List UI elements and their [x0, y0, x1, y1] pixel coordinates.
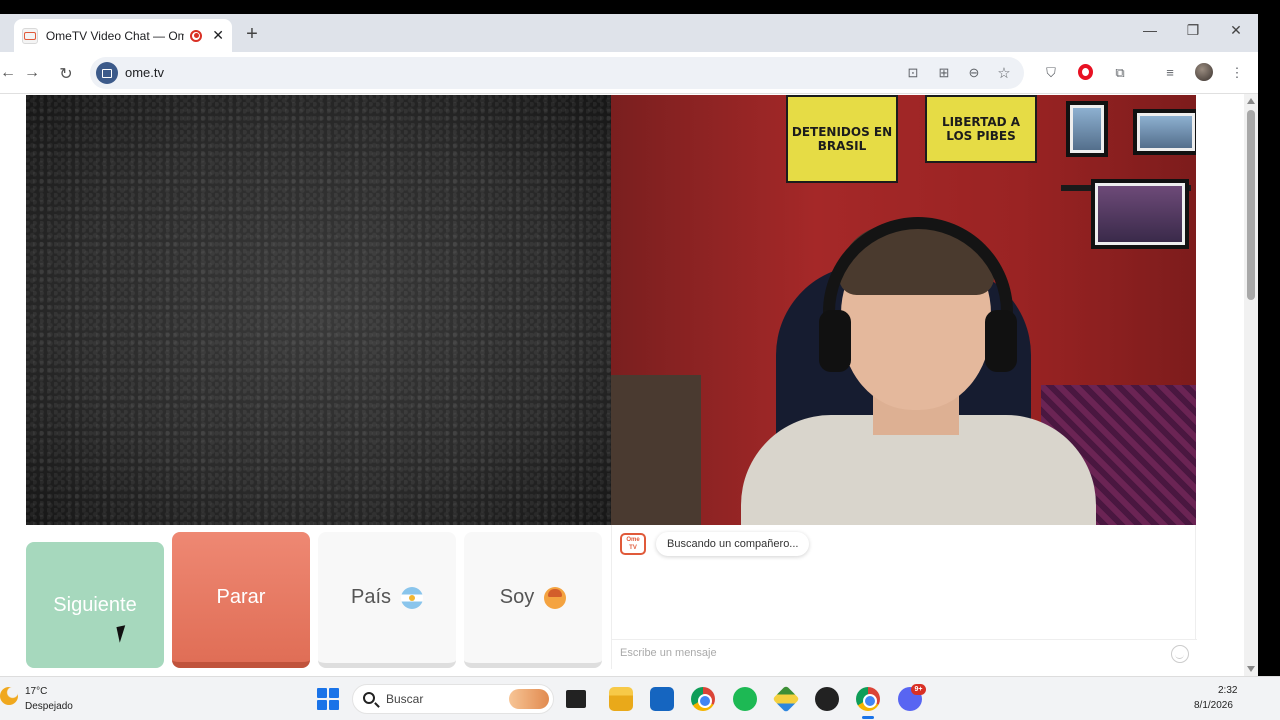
self-webcam-video: DETENIDOS EN BRASIL LIBERTAD A LOS PIBES	[611, 95, 1196, 525]
clock-time[interactable]: 2:32	[1218, 685, 1237, 696]
boy-emoji-icon	[544, 586, 567, 609]
reload-icon[interactable]: ↻	[57, 64, 75, 84]
bluestacks-icon[interactable]	[772, 685, 800, 713]
taskbar-search-box[interactable]: Buscar	[352, 684, 554, 714]
url-text[interactable]: ome.tv	[125, 65, 164, 80]
windows-start-icon[interactable]	[317, 688, 339, 710]
search-highlight-icon	[509, 689, 549, 709]
recording-icon	[190, 29, 203, 42]
screen: OmeTV Video Chat — Ome ✕ + — ❐ ✕ ← → ↻ o…	[0, 0, 1280, 720]
site-camera-icon[interactable]	[96, 62, 118, 84]
restore-button[interactable]: ❐	[1183, 22, 1203, 39]
tab-title: OmeTV Video Chat — Ome	[45, 28, 185, 43]
partner-video-static	[26, 95, 611, 525]
argentina-flag-icon	[401, 586, 424, 609]
photo-frame	[1133, 109, 1196, 155]
ometv-page: DETENIDOS EN BRASIL LIBERTAD A LOS PIBES…	[0, 94, 1258, 676]
minimize-button[interactable]: —	[1140, 22, 1160, 38]
country-button-label: País	[350, 586, 392, 608]
scroll-up-arrow-icon[interactable]	[1247, 98, 1255, 104]
windows-taskbar: 17°C Despejado Buscar 9+ 2:32 8/1/2026	[0, 676, 1280, 720]
emoji-smiley-icon[interactable]	[1171, 645, 1189, 663]
photo-frame	[1066, 101, 1108, 157]
browser-toolbar: ← → ↻ ome.tv ⊡ ⊞ ⊖ ☆ ⛉ ⧉ ≡ ⋮	[0, 52, 1258, 94]
weather-temperature[interactable]: 17°C	[25, 686, 47, 697]
photo-frame	[1091, 179, 1189, 249]
chrome-active-icon[interactable]	[856, 687, 880, 719]
menu-kebab-icon[interactable]: ⋮	[1228, 65, 1246, 81]
scroll-down-arrow-icon[interactable]	[1247, 666, 1255, 672]
install-app-icon[interactable]: ⊡	[904, 65, 922, 81]
gender-button[interactable]: Soy	[464, 532, 602, 668]
spotify-icon[interactable]	[733, 687, 757, 711]
tab-close-icon[interactable]: ✕	[212, 27, 224, 44]
taskbar-search-label: Buscar	[386, 692, 424, 706]
next-button-label: Siguiente	[53, 593, 137, 616]
weather-description[interactable]: Despejado	[25, 701, 73, 712]
obs-icon[interactable]	[815, 687, 839, 711]
profile-avatar[interactable]	[1195, 63, 1213, 81]
new-tab-button[interactable]: +	[244, 23, 260, 46]
poster-right: LIBERTAD A LOS PIBES	[925, 95, 1037, 163]
bookmark-star-icon[interactable]: ☆	[995, 64, 1013, 82]
wooden-cabinet	[611, 375, 701, 525]
clock-date[interactable]: 8/1/2026	[1194, 700, 1233, 711]
chat-message-input[interactable]	[620, 647, 1140, 659]
chrome-icon[interactable]	[691, 687, 715, 711]
headphone-cup	[985, 310, 1017, 372]
zoom-icon[interactable]: ⊖	[965, 65, 983, 81]
stop-button[interactable]: Parar	[172, 532, 310, 668]
notification-badge: 9+	[911, 684, 926, 695]
chat-input-bar	[612, 639, 1197, 669]
country-button[interactable]: País	[318, 532, 456, 668]
poster-left: DETENIDOS EN BRASIL	[786, 95, 898, 183]
browser-window: OmeTV Video Chat — Ome ✕ + — ❐ ✕ ← → ↻ o…	[0, 14, 1258, 676]
outlook-icon[interactable]	[650, 687, 674, 711]
chat-panel: Ome TV Buscando un compañero...	[611, 525, 1197, 669]
ometv-favicon-icon	[22, 27, 38, 44]
ometv-logo-icon: Ome TV	[620, 533, 646, 555]
file-explorer-icon[interactable]	[609, 687, 633, 711]
opera-extension-icon[interactable]	[1078, 64, 1093, 80]
close-window-button[interactable]: ✕	[1226, 22, 1246, 39]
tab-ometv[interactable]: OmeTV Video Chat — Ome ✕	[14, 19, 232, 52]
task-view-icon[interactable]	[566, 690, 586, 708]
gender-button-label: Soy	[499, 586, 535, 608]
tab-strip: OmeTV Video Chat — Ome ✕ + — ❐ ✕	[0, 14, 1258, 52]
search-icon	[363, 692, 375, 704]
extensions-puzzle-icon[interactable]: ⧉	[1111, 65, 1129, 81]
back-icon[interactable]: ←	[0, 64, 16, 82]
stop-button-label: Parar	[216, 585, 266, 608]
address-bar[interactable]: ome.tv ⊡ ⊞ ⊖ ☆	[90, 57, 1024, 89]
translate-icon[interactable]: ⊞	[935, 65, 953, 81]
media-control-icon[interactable]: ≡	[1161, 65, 1179, 80]
forward-icon[interactable]: →	[23, 64, 41, 82]
next-button[interactable]: Siguiente	[26, 542, 164, 668]
page-scrollbar[interactable]	[1244, 94, 1258, 676]
headphone-cup	[819, 310, 851, 372]
chat-status-message: Buscando un compañero...	[656, 532, 810, 556]
scroll-thumb[interactable]	[1247, 110, 1255, 300]
moon-weather-icon[interactable]	[0, 687, 18, 705]
shield-extension-icon[interactable]: ⛉	[1042, 65, 1060, 81]
